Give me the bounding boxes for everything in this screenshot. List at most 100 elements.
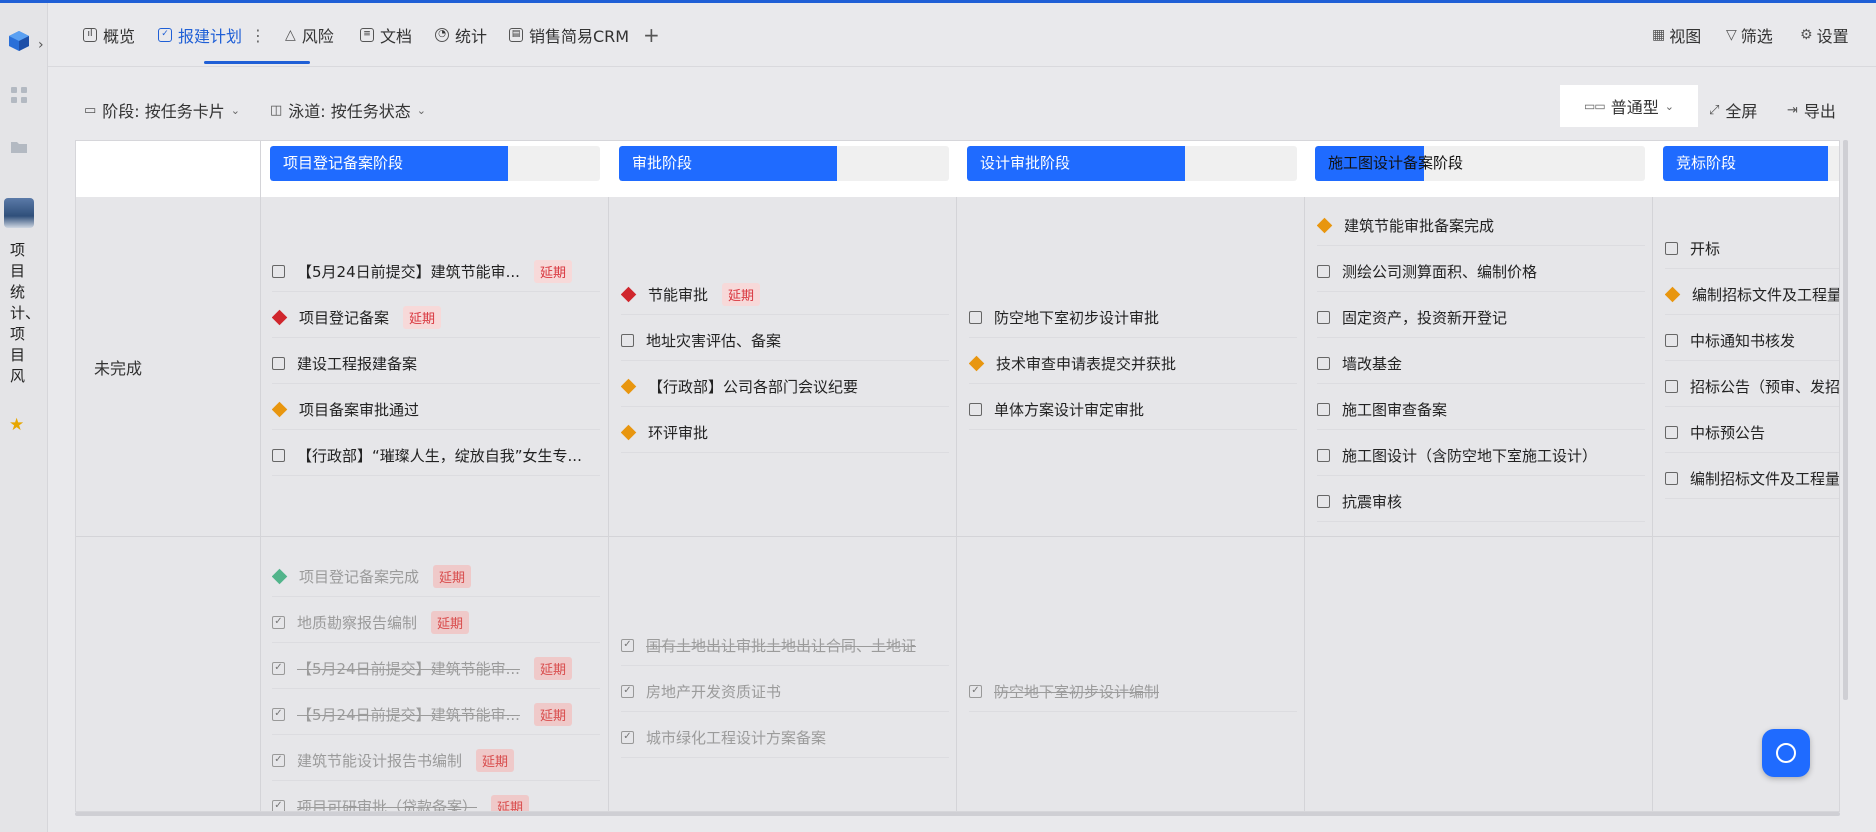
checked-checkbox[interactable]: ✓ — [272, 662, 285, 675]
task-checkbox[interactable] — [1665, 241, 1678, 255]
task-card[interactable]: 项目登记备案 延期 — [272, 298, 600, 338]
task-card[interactable]: ✓ 城市绿化工程设计方案备案 — [621, 718, 949, 758]
stage-header[interactable]: 项目登记备案阶段 — [270, 146, 600, 181]
fullscreen-button[interactable]: ⤢ 全屏 — [1709, 98, 1757, 122]
expand-rail-icon[interactable]: › — [38, 37, 44, 53]
task-card[interactable]: 招标公告（预审、发招 — [1665, 367, 1839, 407]
app-logo-icon[interactable] — [8, 30, 30, 52]
milestone-diamond-icon[interactable] — [1665, 286, 1681, 302]
stage-header[interactable]: 审批阶段 — [619, 146, 949, 181]
milestone-diamond-icon[interactable] — [1317, 217, 1333, 233]
task-checkbox[interactable] — [621, 333, 634, 347]
settings-button[interactable]: ⚙ 设置 — [1800, 23, 1849, 47]
tab-documents[interactable]: ≡ 文档 — [360, 23, 412, 47]
task-card[interactable]: 编制招标文件及工程量 — [1665, 459, 1839, 499]
checked-checkbox[interactable]: ✓ — [272, 708, 285, 721]
task-card[interactable]: 中标预公告 — [1665, 413, 1839, 453]
tab-risk[interactable]: △ 风险 — [285, 23, 334, 47]
task-checkbox[interactable] — [1317, 264, 1330, 278]
add-tab-button[interactable]: + — [643, 23, 660, 47]
project-name-vertical[interactable]: 项目统计、项目风 — [10, 240, 40, 387]
stage-group-select[interactable]: ▭ 阶段: 按任务卡片 ⌄ — [84, 98, 240, 122]
tab-statistics[interactable]: ◔ 统计 — [435, 23, 487, 47]
project-thumbnail[interactable] — [4, 198, 34, 228]
card-type-select[interactable]: ▭▭ 普通型 ⌄ — [1560, 85, 1698, 127]
checked-checkbox[interactable]: ✓ — [272, 616, 285, 629]
favorite-star-icon[interactable]: ★ — [9, 415, 24, 435]
task-checkbox[interactable] — [1665, 333, 1678, 347]
task-card[interactable]: 墙改基金 — [1317, 344, 1645, 384]
task-checkbox[interactable] — [1317, 402, 1330, 416]
milestone-diamond-icon[interactable] — [272, 309, 288, 325]
task-card[interactable]: 项目登记备案完成 延期 — [272, 557, 600, 597]
task-card[interactable]: ✓ 项目可研审批（贷款备案） 延期 — [272, 787, 600, 811]
task-card[interactable]: 【行政部】“璀璨人生，绽放自我”女生专... — [272, 436, 600, 476]
checked-checkbox[interactable]: ✓ — [272, 754, 285, 767]
checked-checkbox[interactable]: ✓ — [621, 731, 634, 744]
horizontal-scrollbar[interactable] — [75, 812, 1840, 816]
task-card[interactable]: ✓ 防空地下室初步设计编制 — [969, 672, 1297, 712]
task-card[interactable]: 建设工程报建备案 — [272, 344, 600, 384]
stage-header[interactable]: 施工图设计备案阶段 — [1315, 146, 1645, 181]
tab-overview[interactable]: ıl 概览 — [83, 23, 135, 47]
task-card[interactable]: ✓ 建筑节能设计报告书编制 延期 — [272, 741, 600, 781]
task-checkbox[interactable] — [969, 310, 982, 324]
milestone-diamond-icon[interactable] — [969, 355, 985, 371]
milestone-diamond-icon[interactable] — [272, 568, 288, 585]
task-checkbox[interactable] — [1317, 494, 1330, 508]
milestone-diamond-icon[interactable] — [621, 378, 637, 394]
task-card[interactable]: ✓ 【5月24日前提交】建筑节能审... 延期 — [272, 695, 600, 735]
task-checkbox[interactable] — [1665, 379, 1678, 393]
task-card[interactable]: ✓ 国有土地出让审批土地出让合同、土地证 — [621, 626, 949, 666]
task-card[interactable]: 节能审批 延期 — [621, 275, 949, 315]
task-card[interactable]: 技术审查申请表提交并获批 — [969, 344, 1297, 384]
folder-icon[interactable] — [9, 137, 29, 157]
vertical-scrollbar[interactable] — [1843, 140, 1848, 700]
stage-header[interactable]: 设计审批阶段 — [967, 146, 1297, 181]
task-card[interactable]: 抗震审核 — [1317, 482, 1645, 522]
task-card[interactable]: 开标 — [1665, 229, 1839, 269]
task-checkbox[interactable] — [272, 264, 285, 278]
assistant-fab-button[interactable] — [1762, 729, 1810, 777]
tab-construction-plan[interactable]: ✓ 报建计划 ⋮ — [158, 23, 266, 47]
task-card[interactable]: 编制招标文件及工程量 — [1665, 275, 1839, 315]
task-checkbox[interactable] — [969, 402, 982, 416]
task-checkbox[interactable] — [272, 448, 285, 462]
tab-sales-crm[interactable]: ▤ 销售简易CRM — [509, 23, 629, 47]
checked-checkbox[interactable]: ✓ — [621, 685, 634, 698]
checked-checkbox[interactable]: ✓ — [272, 800, 285, 811]
milestone-diamond-icon[interactable] — [621, 286, 637, 302]
task-card[interactable]: ✓ 地质勘察报告编制 延期 — [272, 603, 600, 643]
milestone-diamond-icon[interactable] — [621, 424, 637, 440]
tab-more-icon[interactable]: ⋮ — [250, 26, 266, 45]
filter-button[interactable]: ▽ 筛选 — [1726, 23, 1773, 47]
checked-checkbox[interactable]: ✓ — [969, 685, 982, 698]
task-card[interactable]: 地址灾害评估、备案 — [621, 321, 949, 361]
view-button[interactable]: ▦ 视图 — [1652, 23, 1701, 47]
task-card[interactable]: 建筑节能审批备案完成 — [1317, 206, 1645, 246]
lane-group-select[interactable]: ◫ 泳道: 按任务状态 ⌄ — [270, 98, 426, 122]
task-card[interactable]: 防空地下室初步设计审批 — [969, 298, 1297, 338]
task-card[interactable]: 【5月24日前提交】建筑节能审... 延期 — [272, 252, 600, 292]
milestone-diamond-icon[interactable] — [272, 401, 288, 417]
task-card[interactable]: 环评审批 — [621, 413, 949, 453]
stage-header[interactable]: 竞标阶段 — [1663, 146, 1839, 181]
task-card[interactable]: ✓ 【5月24日前提交】建筑节能审... 延期 — [272, 649, 600, 689]
task-card[interactable]: 测绘公司测算面积、编制价格 — [1317, 252, 1645, 292]
task-card[interactable]: 项目备案审批通过 — [272, 390, 600, 430]
task-card[interactable]: 【行政部】公司各部门会议纪要 — [621, 367, 949, 407]
task-checkbox[interactable] — [272, 356, 285, 370]
task-card[interactable]: 单体方案设计审定审批 — [969, 390, 1297, 430]
checked-checkbox[interactable]: ✓ — [621, 639, 634, 652]
task-card[interactable]: 中标通知书核发 — [1665, 321, 1839, 361]
task-card[interactable]: ✓ 房地产开发资质证书 — [621, 672, 949, 712]
task-card[interactable]: 施工图设计（含防空地下室施工设计） — [1317, 436, 1645, 476]
task-card[interactable]: 固定资产，投资新开登记 — [1317, 298, 1645, 338]
task-card[interactable]: 施工图审查备案 — [1317, 390, 1645, 430]
task-checkbox[interactable] — [1317, 310, 1330, 324]
task-checkbox[interactable] — [1665, 425, 1678, 439]
export-button[interactable]: ⇥ 导出 — [1787, 98, 1836, 122]
task-checkbox[interactable] — [1317, 448, 1330, 462]
task-checkbox[interactable] — [1317, 356, 1330, 370]
task-checkbox[interactable] — [1665, 471, 1678, 485]
